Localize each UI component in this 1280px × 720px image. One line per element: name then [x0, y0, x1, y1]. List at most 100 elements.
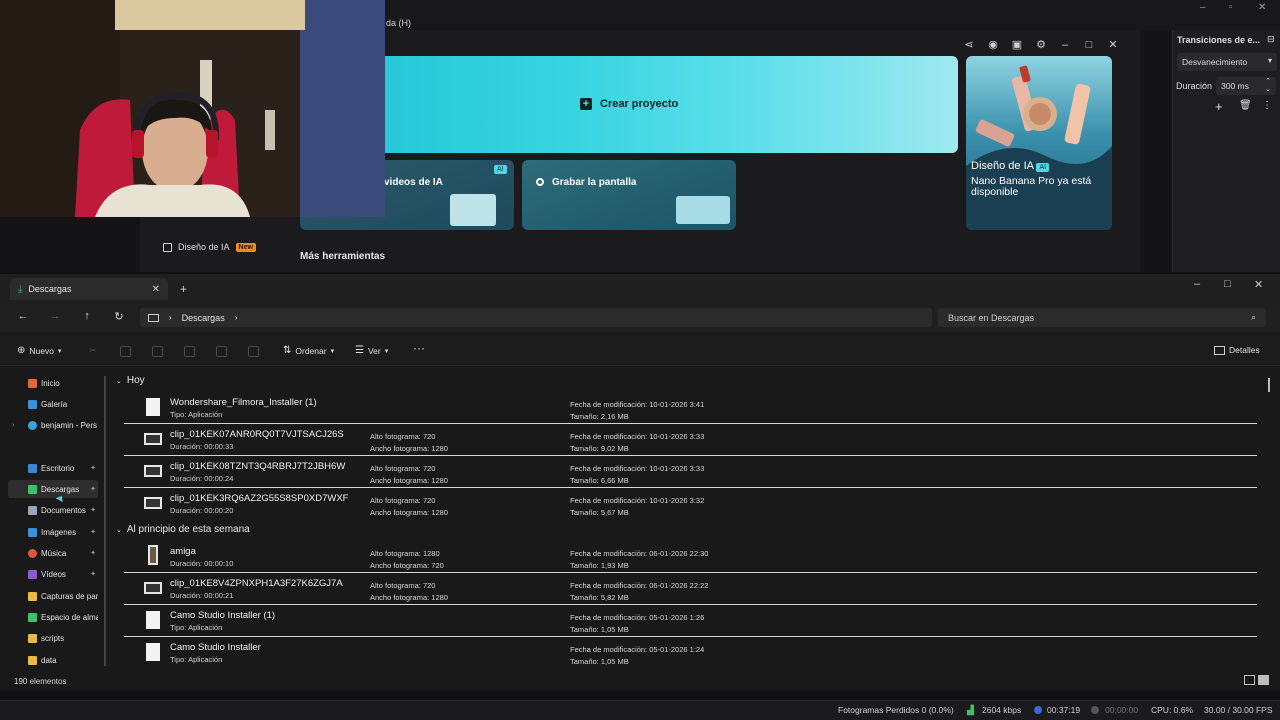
sidebar-item-pictures[interactable]: Imágenes ✦	[8, 523, 98, 541]
sidebar-item-scripts[interactable]: scripts	[8, 629, 98, 647]
editor-close-icon[interactable]: ✕	[1258, 2, 1266, 13]
file-name: Camo Studio Installer (1)	[170, 610, 276, 621]
pin-icon: ✦	[90, 529, 96, 536]
create-project-button[interactable]: + Crear proyecto	[580, 98, 678, 110]
file-modified: Fecha de modificación: 06-01-2026 22:22	[570, 581, 709, 590]
nav-scrollbar[interactable]	[104, 376, 106, 666]
sidebar-item-ai-design[interactable]: Diseño de IA New	[163, 242, 256, 252]
breadcrumb-chevron-icon[interactable]: ›	[235, 313, 238, 322]
forward-icon[interactable]: →	[47, 310, 63, 322]
transition-type-select[interactable]: Desvanecimiento ▾	[1177, 53, 1277, 71]
paste-icon[interactable]	[152, 346, 163, 357]
details-view-icon[interactable]	[1244, 675, 1255, 685]
details-button[interactable]: Detalles	[1214, 345, 1260, 355]
rename-icon[interactable]	[184, 346, 195, 357]
file-row[interactable]: clip_01KEK07ANR0RQ0T7VJTSACJ26S Duración…	[124, 425, 1257, 456]
more-options-icon[interactable]: ···	[413, 341, 425, 355]
editor-minimize-icon[interactable]: –	[1200, 2, 1206, 13]
sidebar-item-desktop[interactable]: Escritorio ✦	[8, 459, 98, 477]
share-file-icon[interactable]	[216, 346, 227, 357]
minimize-icon[interactable]: –	[1058, 38, 1072, 52]
file-row[interactable]: Wondershare_Filmora_Installer (1) Tipo: …	[124, 393, 1257, 424]
explorer-minimize-icon[interactable]: –	[1194, 278, 1200, 290]
expand-chevron-icon[interactable]: ›	[12, 422, 14, 429]
share-icon[interactable]: ⋖	[962, 38, 976, 52]
new-button[interactable]: ⊕ Nuevo ▾	[17, 345, 61, 356]
sidebar-item-onedrive[interactable]: › benjamin - Pers	[8, 416, 98, 434]
sidebar-item-gallery[interactable]: Galería	[8, 395, 98, 413]
download-icon	[28, 484, 37, 494]
file-modified: Fecha de modificación: 05-01-2026 1:24	[570, 645, 705, 654]
settings-icon[interactable]: ⚙	[1034, 38, 1048, 52]
record-icon[interactable]: ◉	[986, 38, 1000, 52]
sidebar-item-documents[interactable]: Documentos ✦	[8, 501, 98, 519]
file-size: Tamaño: 1,93 MB	[570, 561, 629, 570]
search-input[interactable]: Buscar en Descargas ⌕	[938, 308, 1266, 327]
document-icon	[28, 505, 37, 515]
file-row[interactable]: Camo Studio Installer (1) Tipo: Aplicaci…	[124, 606, 1257, 637]
editor-maximize-icon[interactable]: ▫	[1229, 2, 1233, 13]
address-bar[interactable]: › Descargas ›	[140, 308, 932, 327]
more-vertical-icon[interactable]: ⋮	[1262, 100, 1272, 111]
up-icon[interactable]: ↑	[79, 310, 95, 322]
search-icon[interactable]: ⌕	[1251, 312, 1256, 323]
sidebar-item-label: Galería	[41, 399, 68, 409]
group-header-this-week[interactable]: ⌄ Al principio de esta semana	[116, 524, 250, 535]
close-tab-icon[interactable]: ✕	[152, 284, 160, 295]
duration-input[interactable]: 300 ms ⌃ ⌄	[1216, 77, 1276, 95]
stream-icon	[1091, 706, 1099, 714]
editor-menu-fragment[interactable]: da (H)	[386, 18, 411, 28]
tiles-view-icon[interactable]	[1258, 675, 1269, 685]
sidebar-item-home[interactable]: Inicio	[8, 374, 98, 392]
cosmetics-image	[966, 65, 1112, 230]
recording-time: 00:37:19	[1047, 705, 1081, 715]
copy-icon[interactable]	[120, 346, 131, 357]
explorer-close-icon[interactable]: ✕	[1254, 278, 1263, 291]
file-modified: Fecha de modificación: 10-01-2026 3:33	[570, 464, 705, 473]
record-screen-label: Grabar la pantalla	[552, 177, 637, 188]
file-row[interactable]: clip_01KEK3RQ6AZ2G55S8SP0XD7WXF Duración…	[124, 489, 1257, 520]
list-scrollbar[interactable]	[1268, 378, 1270, 392]
file-row[interactable]: amiga Duración: 00:00:10 Alto fotograma:…	[124, 542, 1257, 573]
promo-card[interactable]	[966, 56, 1112, 230]
tab-downloads[interactable]: ⤓ Descargas ✕	[10, 278, 168, 300]
add-icon[interactable]: +	[1215, 99, 1223, 114]
refresh-icon[interactable]: ↻	[111, 310, 127, 323]
breadcrumb-item[interactable]: Descargas	[182, 313, 225, 323]
close-icon[interactable]: ✕	[1106, 38, 1120, 52]
back-icon[interactable]: ←	[15, 310, 31, 322]
collapse-icon[interactable]: ⊟	[1267, 34, 1275, 45]
file-duration: Duración: 00:00:24	[170, 474, 234, 483]
file-row[interactable]: Camo Studio Installer Tipo: Aplicación F…	[124, 638, 1257, 669]
chat-icon[interactable]: ▣	[1010, 38, 1024, 52]
sidebar-item-videos[interactable]: Vídeos ✦	[8, 565, 98, 583]
sidebar-item-music[interactable]: Música ✦	[8, 544, 98, 562]
more-tools-heading: Más herramientas	[300, 251, 386, 262]
new-tab-button[interactable]: +	[180, 282, 187, 296]
image-icon	[163, 242, 172, 252]
monitor-icon	[148, 313, 159, 322]
item-count: 190 elementos	[14, 677, 67, 686]
view-button[interactable]: ☰ Ver ▾	[355, 345, 388, 356]
trash-icon[interactable]: 🗑	[1239, 100, 1252, 111]
sidebar-item-label: benjamin - Pers	[41, 420, 98, 430]
sidebar-item-downloads[interactable]: Descargas ✦	[8, 480, 98, 498]
sidebar-item-storage[interactable]: Espacio de alma	[8, 608, 98, 626]
file-row[interactable]: clip_01KEK08TZNT3Q4RBRJ7T2JBH6W Duración…	[124, 457, 1257, 488]
file-row[interactable]: clip_01KE8V4ZPNXPH1A3F27K6ZGJ7A Duración…	[124, 574, 1257, 605]
delete-icon[interactable]	[248, 346, 259, 357]
view-mode-toggle	[1244, 675, 1269, 685]
cut-icon[interactable]: ✂	[89, 345, 96, 356]
record-screen-card[interactable]: Grabar la pantalla	[522, 160, 736, 230]
stepper-icon[interactable]: ⌃ ⌄	[1265, 78, 1271, 94]
sidebar-item-screenshots[interactable]: Capturas de par	[8, 587, 98, 605]
frame-width: Ancho fotograma: 720	[370, 561, 444, 570]
group-header-today[interactable]: ⌄ Hoy	[116, 375, 145, 386]
search-placeholder: Buscar en Descargas	[948, 312, 1035, 323]
sort-button[interactable]: ⇅ Ordenar ▾	[283, 345, 334, 356]
application-file-icon	[146, 398, 160, 416]
application-file-icon	[146, 643, 160, 661]
explorer-maximize-icon[interactable]: □	[1224, 278, 1231, 290]
maximize-icon[interactable]: □	[1082, 38, 1096, 52]
sidebar-item-data[interactable]: data	[8, 651, 98, 669]
